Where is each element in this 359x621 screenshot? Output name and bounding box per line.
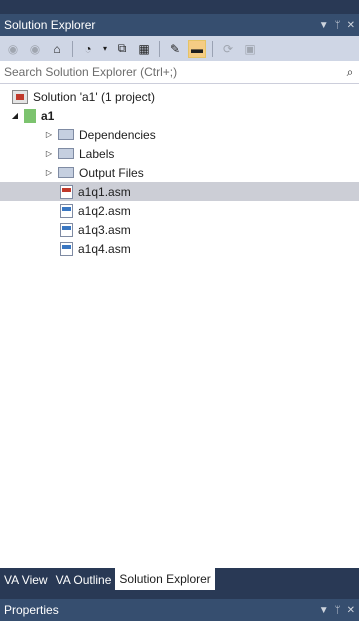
preview-selected-icon[interactable]: ▬ [188, 39, 206, 58]
tree-node-folder[interactable]: ▷ Dependencies [0, 125, 359, 144]
pin-icon[interactable]: ᛘ [335, 605, 341, 616]
tree-node-file[interactable]: a1q3.asm [0, 220, 359, 239]
tree-node-file[interactable]: a1q2.asm [0, 201, 359, 220]
file-label: a1q3.asm [78, 222, 131, 237]
close-icon[interactable]: ✕ [347, 20, 355, 31]
show-all-files-icon[interactable]: ▦ [135, 40, 153, 58]
folder-icon [58, 148, 74, 159]
project-icon [24, 108, 36, 123]
expanded-arrow-icon[interactable]: ◢ [10, 111, 20, 120]
collapsed-arrow-icon[interactable]: ▷ [44, 130, 54, 139]
folder-label: Output Files [79, 165, 144, 180]
solution-label: Solution 'a1' (1 project) [33, 89, 155, 104]
asm-file-icon [60, 222, 73, 237]
properties-title: Properties [4, 603, 59, 617]
folder-label: Labels [79, 146, 115, 161]
tab-va-outline[interactable]: VA Outline [52, 570, 116, 590]
solution-tree: Solution 'a1' (1 project) ◢ a1 ▷ Depende… [0, 84, 359, 568]
pending-changes-icon[interactable]: ◔ [79, 40, 97, 58]
collapsed-arrow-icon[interactable]: ▷ [44, 168, 54, 177]
tree-node-folder[interactable]: ▷ Labels [0, 144, 359, 163]
toolbar-separator [159, 40, 160, 57]
solution-explorer-title: Solution Explorer [4, 18, 96, 32]
sync-icon[interactable]: ⟳ [219, 40, 237, 58]
search-input[interactable] [4, 65, 341, 79]
asm-file-icon [60, 184, 73, 199]
toolbar-separator [212, 40, 213, 57]
tab-solution-explorer[interactable]: Solution Explorer [115, 568, 215, 590]
folder-label: Dependencies [79, 127, 156, 142]
home-icon[interactable]: ⌂ [48, 40, 66, 58]
file-label: a1q1.asm [78, 184, 131, 199]
tool-window-tabs: VA View VA Outline Solution Explorer [0, 568, 359, 590]
pin-icon[interactable]: ᛘ [335, 20, 341, 31]
tree-node-file[interactable]: a1q1.asm [0, 182, 359, 201]
properties-wrench-icon[interactable]: ✎ [166, 40, 184, 58]
folder-icon [58, 129, 74, 140]
solution-icon [12, 89, 28, 104]
dropdown-arrow-icon[interactable]: ▾ [101, 40, 109, 58]
dropdown-icon[interactable]: ▼ [319, 20, 329, 31]
asm-file-icon [60, 203, 73, 218]
folder-icon [58, 167, 74, 178]
forward-icon[interactable]: ◉ [26, 40, 44, 58]
tree-node-solution[interactable]: Solution 'a1' (1 project) [0, 87, 359, 106]
solution-explorer-toolbar: ◉ ◉ ⌂ ◔ ▾ ⧉ ▦ ✎ ▬ ⟳ ▣ [0, 36, 359, 61]
tree-node-project[interactable]: ◢ a1 [0, 106, 359, 125]
dropdown-icon[interactable]: ▼ [319, 605, 329, 616]
asm-file-icon [60, 241, 73, 256]
tab-va-view[interactable]: VA View [0, 570, 52, 590]
search-bar: ⌕ [0, 61, 359, 84]
toolbar-separator [72, 40, 73, 57]
solution-explorer-header: Solution Explorer ▼ ᛘ ✕ [0, 14, 359, 36]
properties-header: Properties ▼ ᛘ ✕ [0, 599, 359, 621]
tree-node-folder[interactable]: ▷ Output Files [0, 163, 359, 182]
collapse-all-icon[interactable]: ⧉ [113, 40, 131, 58]
search-icon[interactable]: ⌕ [341, 65, 359, 80]
collapsed-arrow-icon[interactable]: ▷ [44, 149, 54, 158]
file-label: a1q4.asm [78, 241, 131, 256]
view-code-icon[interactable]: ▣ [241, 40, 259, 58]
project-label: a1 [41, 108, 55, 123]
file-label: a1q2.asm [78, 203, 131, 218]
back-icon[interactable]: ◉ [4, 40, 22, 58]
close-icon[interactable]: ✕ [347, 605, 355, 616]
tree-node-file[interactable]: a1q4.asm [0, 239, 359, 258]
